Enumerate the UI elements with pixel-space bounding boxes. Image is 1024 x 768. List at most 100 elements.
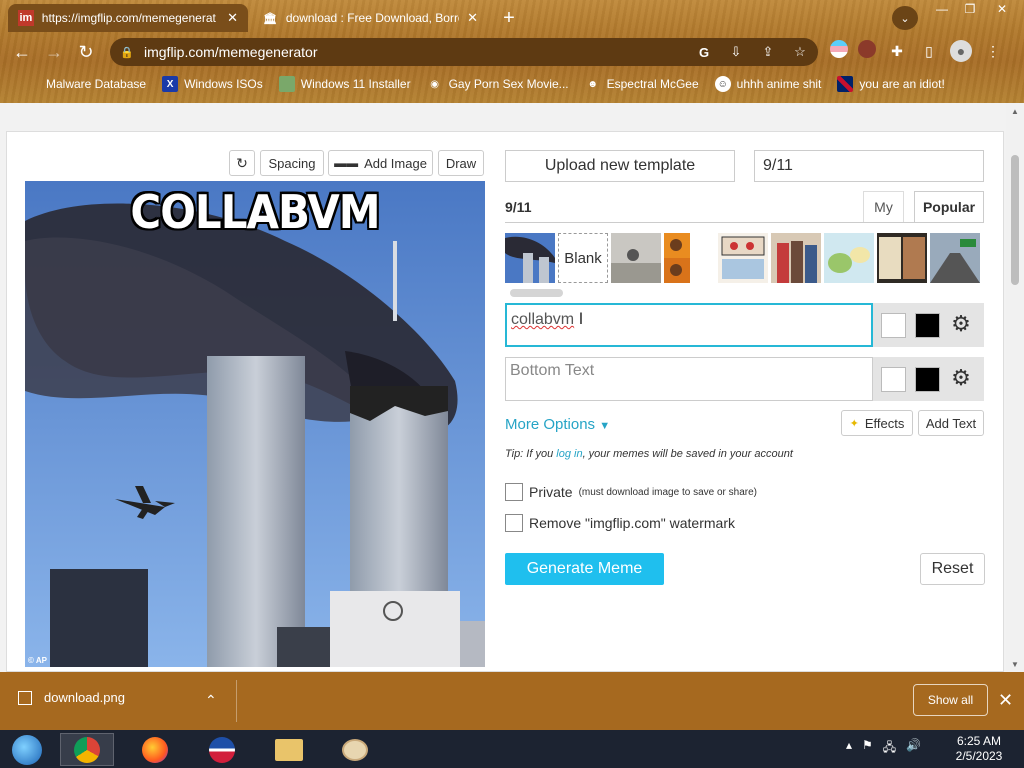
template-thumb-5[interactable] — [824, 233, 874, 283]
template-thumb-4[interactable] — [771, 233, 821, 283]
log-in-link[interactable]: log in — [556, 448, 582, 460]
minimize-button[interactable]: — — [928, 0, 956, 18]
taskbar-chrome[interactable] — [60, 733, 114, 766]
action-center-flag-icon[interactable]: ⚑ — [862, 738, 873, 759]
private-checkbox[interactable] — [505, 483, 523, 501]
rotate-button[interactable]: ↻ — [229, 150, 255, 176]
template-thumb-wtc[interactable] — [505, 233, 555, 283]
download-bar: download.png ⌃ — [0, 672, 1024, 730]
outline-color-white-swatch[interactable] — [881, 367, 906, 392]
fill-color-black-swatch[interactable] — [915, 313, 940, 338]
extension-flag-icon[interactable] — [830, 40, 848, 58]
template-thumb-6[interactable] — [877, 233, 927, 283]
bookmark-windows-11-installer[interactable]: Windows 11 Installer — [271, 76, 419, 92]
reload-icon[interactable]: ↻ — [74, 40, 98, 64]
scrollbar-thumb[interactable] — [1011, 155, 1019, 285]
add-text-button[interactable]: Add Text — [918, 410, 984, 436]
menu-kebab-icon[interactable]: ⋮ — [982, 40, 1004, 62]
tabs-divider — [505, 222, 984, 223]
template-thumb-3[interactable] — [718, 233, 768, 283]
tab-popular[interactable]: Popular — [914, 191, 984, 223]
chevron-up-icon[interactable]: ⌃ — [205, 692, 217, 709]
image-credit: © AP — [28, 656, 47, 665]
scroll-up-icon[interactable]: ▲ — [1010, 107, 1020, 116]
share-icon[interactable]: ⇪ — [758, 42, 778, 62]
template-search-input[interactable]: 9/11 — [754, 150, 984, 182]
spacing-button[interactable]: Spacing — [260, 150, 324, 176]
tab-close-icon[interactable]: ✕ — [467, 10, 478, 26]
reset-button[interactable]: Reset — [920, 553, 985, 585]
maximize-button[interactable]: ❐ — [956, 0, 984, 18]
profile-extension-icon[interactable] — [858, 40, 876, 58]
tab-my[interactable]: My — [863, 191, 904, 222]
tab-archive[interactable]: 🏛 download : Free Download, Borrow ✕ — [252, 4, 488, 32]
clock-time: 6:25 AM — [956, 734, 1002, 748]
generate-meme-button[interactable]: Generate Meme — [505, 553, 664, 585]
outline-color-white-swatch[interactable] — [881, 313, 906, 338]
more-options-link[interactable]: More Options ▼ — [505, 416, 610, 433]
install-icon[interactable]: ⇩ — [726, 42, 746, 62]
template-thumb-blank[interactable]: Blank — [558, 233, 608, 283]
template-thumb-drake[interactable] — [664, 233, 690, 283]
side-panel-icon[interactable]: ▯ — [918, 40, 940, 62]
forward-arrow-icon[interactable]: → — [42, 40, 66, 64]
bookmark-espectral-mcgee[interactable]: ☻ Espectral McGee — [577, 76, 707, 92]
address-bar[interactable]: 🔒 imgflip.com/memegenerator G ⇩ ⇪ ☆ — [110, 38, 818, 66]
template-thumb-7[interactable] — [930, 233, 980, 283]
image-icon — [278, 76, 295, 92]
back-arrow-icon[interactable]: ← — [10, 40, 34, 64]
tab-search-chevron-icon[interactable]: ⌄ — [892, 6, 918, 30]
upload-template-button[interactable]: Upload new template — [505, 150, 735, 182]
download-item[interactable]: download.png — [18, 690, 125, 705]
bookmark-label: you are an idiot! — [859, 77, 945, 91]
tab-title: download : Free Download, Borrow — [285, 11, 460, 25]
bottom-text-input[interactable]: Bottom Text — [505, 357, 873, 401]
gear-icon[interactable]: ⚙ — [949, 366, 973, 390]
sparkle-icon: ✦ — [849, 417, 859, 430]
effects-button[interactable]: ✦ Effects — [841, 410, 913, 436]
meme-top-caption[interactable]: COLLABVM — [25, 181, 485, 239]
private-option[interactable]: Private (must download image to save or … — [505, 483, 757, 501]
taskbar-firefox[interactable] — [128, 733, 182, 766]
close-window-button[interactable]: ✕ — [988, 0, 1016, 18]
caret-down-icon: ▼ — [599, 420, 611, 432]
meme-canvas-image[interactable]: COLLABVM © AP — [25, 181, 485, 667]
thumb-image — [824, 233, 874, 283]
account-avatar-icon[interactable]: ● — [950, 40, 972, 62]
draw-button[interactable]: Draw — [438, 150, 484, 176]
network-icon[interactable]: 🖧 — [883, 738, 896, 759]
top-text-input[interactable]: collabvm Ⅰ — [505, 303, 873, 347]
tab-imgflip[interactable]: im https://imgflip.com/memegenerat ✕ — [8, 4, 248, 32]
start-button[interactable] — [0, 733, 54, 766]
watermark-checkbox[interactable] — [505, 514, 523, 532]
template-thumb-2[interactable] — [611, 233, 661, 283]
bookmark-you-are-an-idiot[interactable]: you are an idiot! — [829, 76, 952, 92]
taskbar-paint[interactable] — [328, 733, 382, 766]
new-tab-button[interactable]: + — [496, 6, 522, 30]
bookmark-malware-database[interactable]: Malware Database — [16, 76, 154, 92]
add-text-label: Add Text — [925, 415, 977, 431]
page-scrollbar[interactable]: ▲ ▼ — [1006, 103, 1024, 672]
archive-favicon-icon: 🏛 — [262, 12, 277, 25]
taskbar-obama[interactable] — [195, 733, 249, 766]
taskbar-explorer[interactable] — [262, 733, 316, 766]
watermark-label: Remove "imgflip.com" watermark — [529, 515, 735, 531]
scroll-down-icon[interactable]: ▼ — [1010, 660, 1020, 669]
puzzle-icon[interactable]: ✚ — [886, 40, 908, 62]
gear-icon[interactable]: ⚙ — [949, 312, 973, 336]
bookmark-gay-porn-sex-movie[interactable]: ◉ Gay Porn Sex Movie... — [419, 76, 577, 92]
tab-close-icon[interactable]: ✕ — [227, 10, 238, 26]
bookmark-anime[interactable]: ☺ uhhh anime shit — [707, 76, 830, 92]
bookmark-star-icon[interactable]: ☆ — [790, 42, 810, 62]
fill-color-black-swatch[interactable] — [915, 367, 940, 392]
bookmark-windows-isos[interactable]: X Windows ISOs — [154, 76, 271, 92]
close-download-bar-icon[interactable]: ✕ — [998, 690, 1013, 711]
add-image-button[interactable]: ▬▬ Add Image — [328, 150, 433, 176]
google-icon[interactable]: G — [694, 42, 714, 62]
thumbnails-scrollbar[interactable] — [510, 289, 563, 297]
show-all-button[interactable]: Show all — [913, 684, 988, 716]
system-clock[interactable]: 6:25 AM 2/5/2023 — [944, 734, 1014, 764]
watermark-option[interactable]: Remove "imgflip.com" watermark — [505, 514, 735, 532]
volume-icon[interactable]: 🔊 — [906, 738, 921, 759]
tray-expand-icon[interactable]: ▴ — [846, 738, 852, 759]
